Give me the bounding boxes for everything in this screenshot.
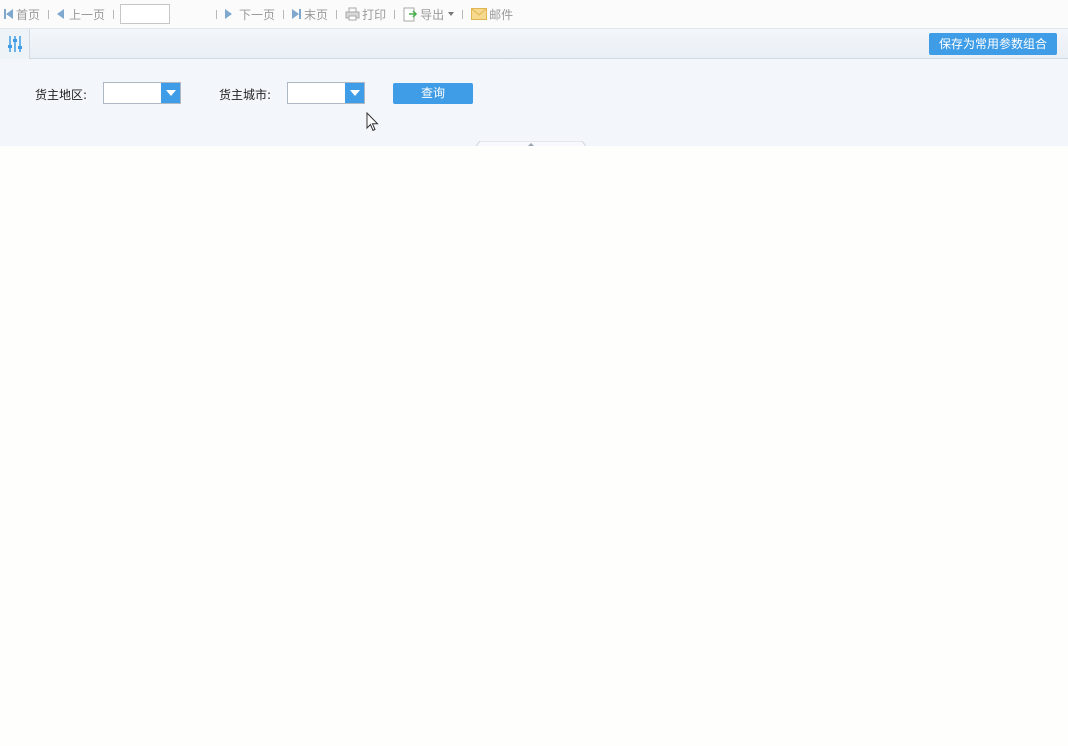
printer-icon xyxy=(345,7,360,21)
export-button[interactable]: 导出 xyxy=(403,4,455,24)
city-combobox[interactable] xyxy=(287,82,365,104)
toolbar-divider xyxy=(394,9,396,19)
report-content-area xyxy=(0,146,1068,746)
save-param-combo-button[interactable]: 保存为常用参数组合 xyxy=(929,33,1057,55)
city-dropdown-button[interactable] xyxy=(345,83,364,103)
chevron-down-icon xyxy=(448,12,455,16)
city-label: 货主城市: xyxy=(219,88,272,102)
prev-page-label: 上一页 xyxy=(69,7,106,22)
prev-page-icon xyxy=(57,9,65,19)
parameter-panel-header: 保存为常用参数组合 xyxy=(0,28,1068,59)
toolbar-divider xyxy=(216,9,218,19)
region-dropdown-button[interactable] xyxy=(161,83,180,103)
prev-page-button[interactable]: 上一页 xyxy=(57,4,105,24)
print-label: 打印 xyxy=(362,7,387,22)
last-page-icon xyxy=(292,9,302,19)
export-label: 导出 xyxy=(420,7,445,22)
region-label: 货主地区: xyxy=(35,88,88,102)
chevron-down-icon xyxy=(165,90,176,96)
toolbar-divider xyxy=(336,9,338,19)
parameter-settings-tab[interactable] xyxy=(0,29,30,59)
envelope-icon xyxy=(471,8,488,20)
sliders-icon xyxy=(7,35,23,53)
query-button[interactable]: 查询 xyxy=(393,83,473,104)
last-page-button[interactable]: 末页 xyxy=(292,4,328,24)
mouse-pointer-icon xyxy=(366,111,380,135)
mail-button[interactable]: 邮件 xyxy=(471,4,513,24)
mail-label: 邮件 xyxy=(489,7,514,22)
first-page-button[interactable]: 首页 xyxy=(4,4,40,24)
region-combobox[interactable] xyxy=(103,82,181,104)
panel-collapse-handle[interactable] xyxy=(473,138,589,150)
region-value xyxy=(104,83,161,103)
page-number-input[interactable] xyxy=(120,4,171,24)
print-button[interactable]: 打印 xyxy=(345,4,386,24)
last-page-label: 末页 xyxy=(304,7,329,22)
report-toolbar: 首页 上一页 下一页 末页 打印 导出 邮件 xyxy=(0,0,1068,28)
parameter-panel: 货主地区: 货主城市: 查询 xyxy=(0,59,1068,150)
export-icon xyxy=(403,7,418,22)
toolbar-divider xyxy=(113,9,115,19)
first-page-label: 首页 xyxy=(16,7,41,22)
toolbar-divider xyxy=(462,9,464,19)
chevron-down-icon xyxy=(349,90,360,96)
first-page-icon xyxy=(4,9,13,19)
toolbar-divider xyxy=(48,9,50,19)
toolbar-divider xyxy=(283,9,285,19)
city-value xyxy=(288,83,345,103)
next-page-label: 下一页 xyxy=(239,7,276,22)
next-page-button[interactable]: 下一页 xyxy=(225,4,275,24)
next-page-icon xyxy=(225,9,233,19)
